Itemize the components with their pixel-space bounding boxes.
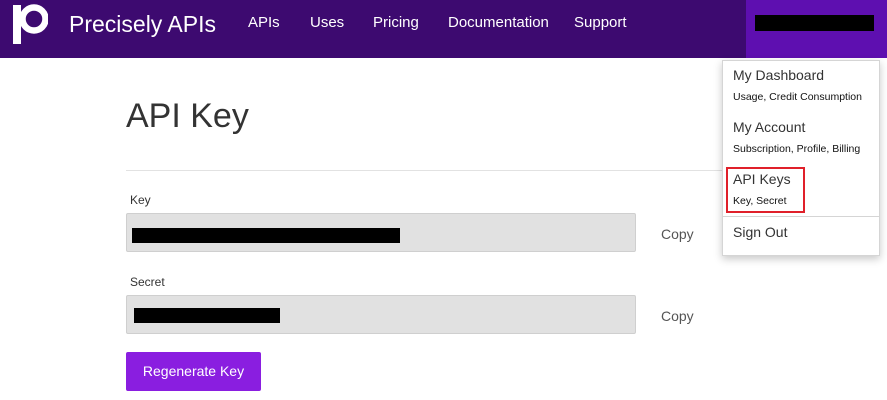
redacted-secret-value [134, 308, 280, 323]
secret-label: Secret [130, 275, 165, 289]
top-navbar: Precisely APIs APIs Uses Pricing Documen… [0, 0, 887, 58]
menu-item-sign-out[interactable]: Sign Out [723, 217, 879, 255]
nav-apis[interactable]: APIs [248, 14, 280, 32]
menu-item-title: My Dashboard [733, 67, 825, 83]
nav-support[interactable]: Support [574, 14, 627, 32]
menu-item-title: My Account [733, 119, 806, 135]
secret-field[interactable] [126, 295, 636, 334]
user-dropdown-menu: My Dashboard Usage, Credit Consumption M… [722, 60, 880, 256]
menu-item-subtitle: Key, Secret [733, 195, 787, 207]
nav-uses[interactable]: Uses [310, 14, 344, 32]
menu-item-my-dashboard[interactable]: My Dashboard Usage, Credit Consumption [723, 61, 879, 113]
copy-key-button[interactable]: Copy [661, 226, 694, 242]
regenerate-key-button[interactable]: Regenerate Key [126, 352, 261, 391]
precisely-logo-icon[interactable] [12, 4, 48, 44]
menu-item-subtitle: Usage, Credit Consumption [733, 91, 862, 103]
redacted-user-name [755, 15, 874, 31]
copy-secret-button[interactable]: Copy [661, 308, 694, 324]
menu-item-title: API Keys [733, 171, 791, 187]
title-divider [126, 170, 726, 171]
brand-name[interactable]: Precisely APIs [69, 11, 216, 37]
page-title: API Key [126, 97, 249, 135]
key-field[interactable] [126, 213, 636, 252]
user-menu-toggle[interactable] [746, 0, 887, 58]
menu-item-my-account[interactable]: My Account Subscription, Profile, Billin… [723, 113, 879, 165]
redacted-key-value [132, 228, 400, 243]
page: Precisely APIs APIs Uses Pricing Documen… [0, 0, 887, 400]
menu-item-title: Sign Out [733, 224, 788, 240]
key-label: Key [130, 193, 151, 207]
menu-item-api-keys[interactable]: API Keys Key, Secret [723, 165, 879, 215]
menu-item-subtitle: Subscription, Profile, Billing [733, 143, 861, 155]
nav-documentation[interactable]: Documentation [448, 14, 549, 32]
nav-pricing[interactable]: Pricing [373, 14, 419, 32]
